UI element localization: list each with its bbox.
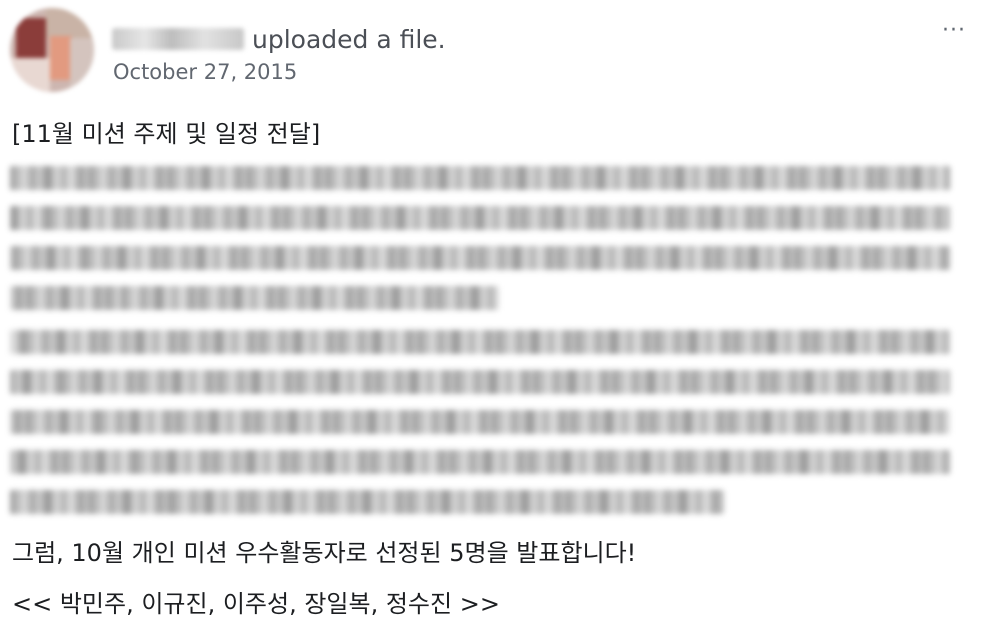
blurred-paragraph-2 <box>10 330 950 530</box>
facebook-post: uploaded a file. October 27, 2015 ··· [1… <box>0 0 984 625</box>
blurred-text-line <box>10 206 950 230</box>
announcement-text: 그럼, 10월 개인 미션 우수활동자로 선정된 5명을 발표합니다! <box>12 539 637 567</box>
author-name-blurred[interactable] <box>112 28 244 50</box>
blurred-text-line <box>10 166 950 190</box>
more-options-icon[interactable]: ··· <box>942 18 966 43</box>
author-avatar[interactable] <box>10 8 94 92</box>
blurred-text-line <box>10 370 950 394</box>
blurred-text-line <box>10 246 950 270</box>
post-title-line: [11월 미션 주제 및 일정 전달] <box>12 120 321 148</box>
author-action-text: uploaded a file. <box>252 24 446 54</box>
blurred-text-line <box>10 490 725 514</box>
blurred-text-line <box>10 330 950 354</box>
post-timestamp[interactable]: October 27, 2015 <box>113 60 297 84</box>
blurred-text-line <box>10 286 499 310</box>
blurred-paragraph-1 <box>10 166 950 326</box>
blurred-text-line <box>10 410 950 434</box>
blurred-text-line <box>10 450 950 474</box>
winners-list: << 박민주, 이규진, 이주성, 장일복, 정수진 >> <box>12 590 500 618</box>
post-header: uploaded a file. <box>112 22 446 56</box>
